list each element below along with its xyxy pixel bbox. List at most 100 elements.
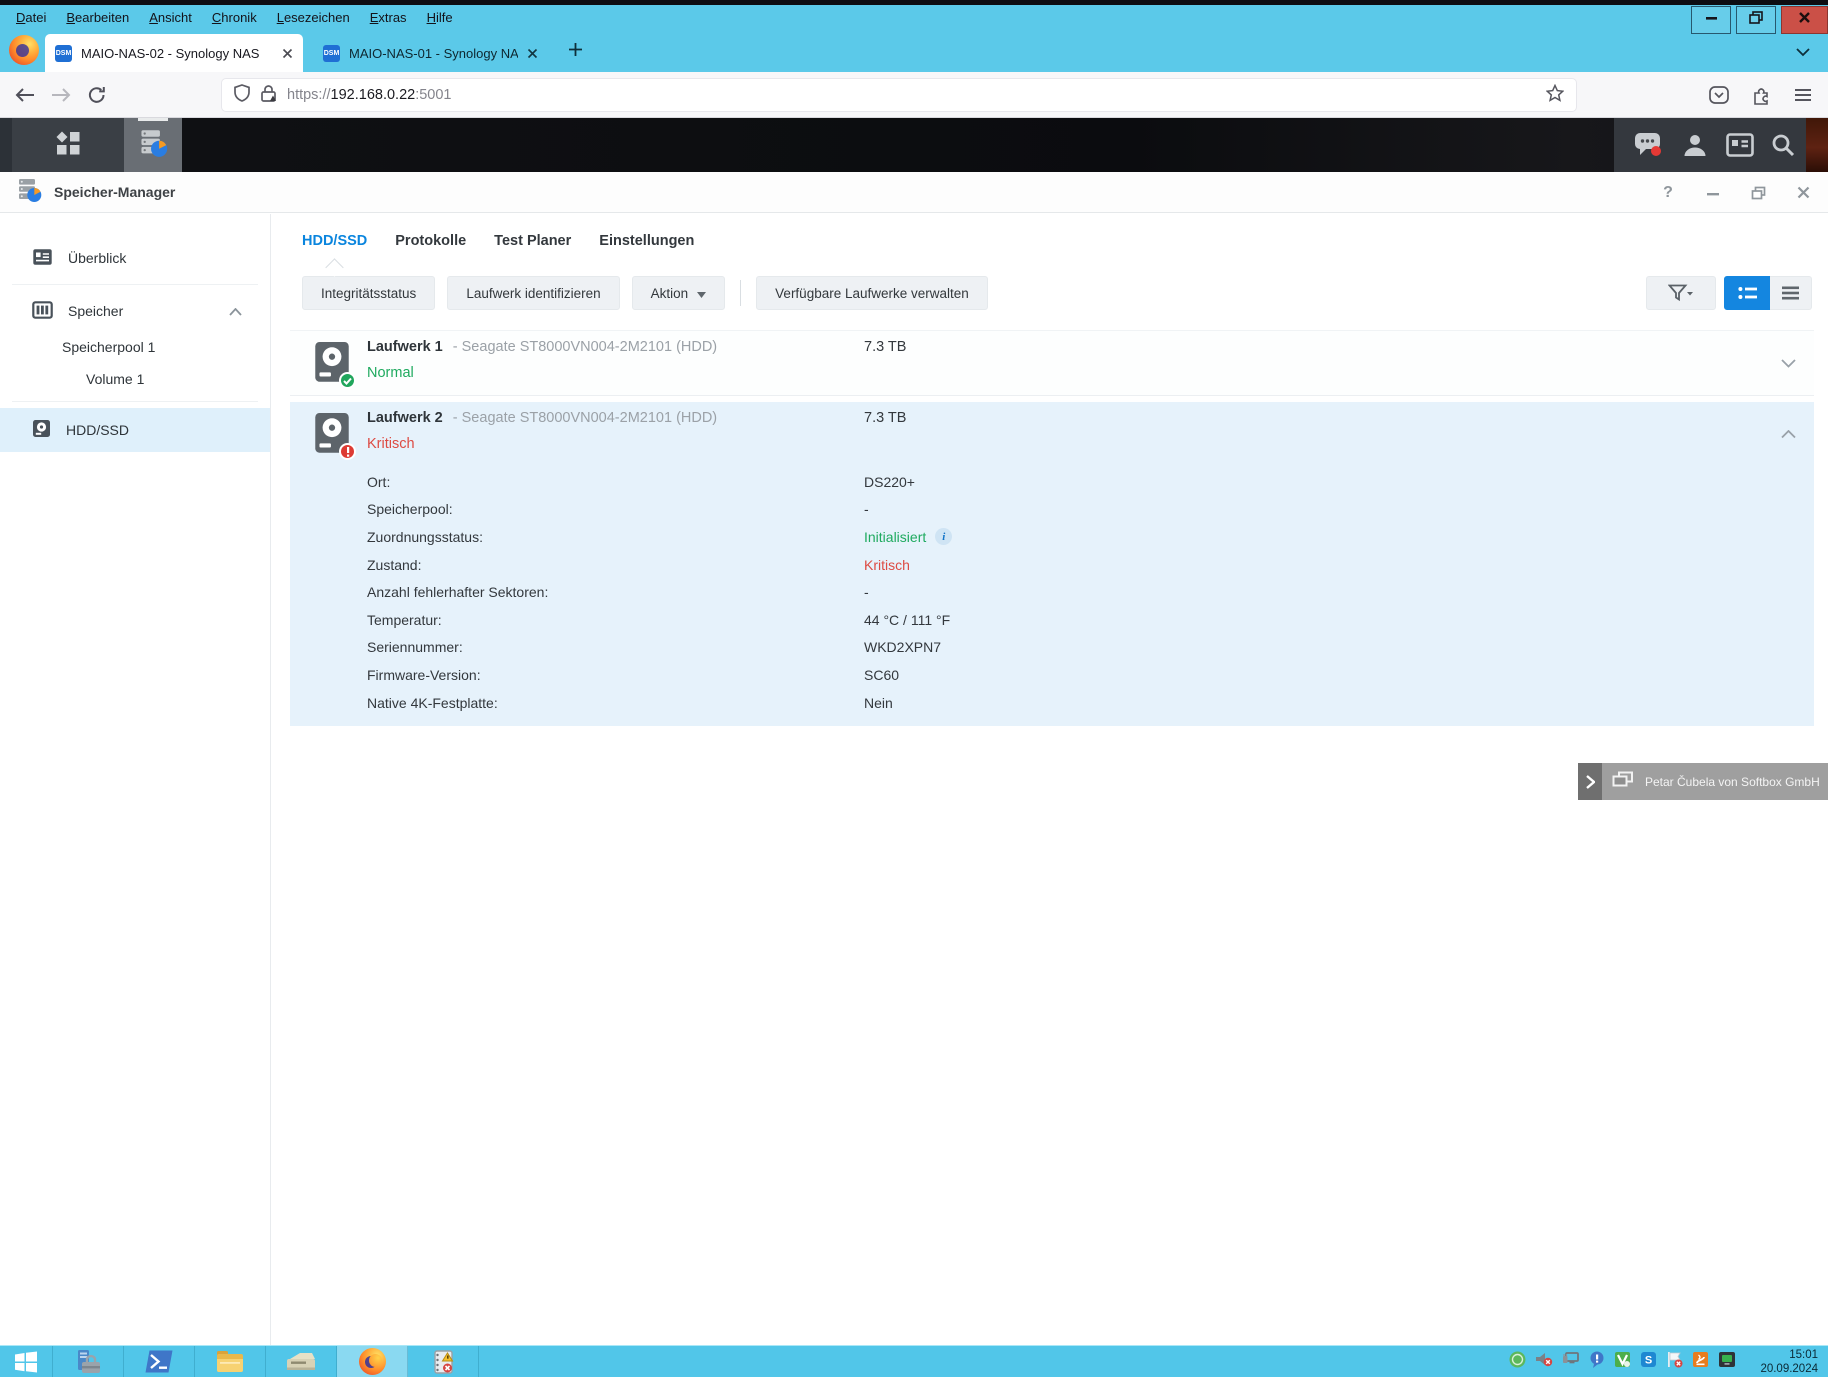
info-icon[interactable]: i: [935, 528, 952, 545]
start-button[interactable]: [0, 1346, 53, 1377]
new-tab-button[interactable]: [568, 42, 583, 62]
chevron-up-icon[interactable]: [1781, 426, 1796, 444]
drive-row-2-header[interactable]: Laufwerk 2 - Seagate ST8000VN004-2M2101 …: [290, 402, 1814, 464]
detail-view-button[interactable]: [1724, 276, 1770, 310]
menu-bookmarks[interactable]: Lesezeichen: [267, 8, 360, 27]
tray-icon-remote-control[interactable]: [1718, 1351, 1736, 1373]
taskbar-item-devices[interactable]: [53, 1346, 124, 1377]
compact-view-button[interactable]: [1770, 276, 1812, 310]
detail-label: Speicherpool:: [367, 501, 453, 517]
taskbar-item-firefox[interactable]: [337, 1346, 408, 1377]
tracking-shield-icon[interactable]: [234, 84, 250, 107]
detail-label: Native 4K-Festplatte:: [367, 695, 498, 711]
menu-view[interactable]: Ansicht: [139, 8, 202, 27]
detail-row-firmware: Firmware-Version: SC60: [367, 661, 1814, 689]
sidebar-item-storagepool1[interactable]: Speicherpool 1: [0, 331, 270, 363]
storage-manager-titlebar[interactable]: Speicher-Manager ?: [0, 172, 1828, 213]
back-icon[interactable]: [12, 82, 38, 108]
dsm-widgets-button[interactable]: [1722, 118, 1758, 172]
sidebar-item-label: Überblick: [68, 250, 126, 266]
action-dropdown-button[interactable]: Aktion: [632, 276, 726, 310]
filter-button[interactable]: [1646, 276, 1716, 310]
view-toggle-group: [1646, 276, 1812, 310]
taskbar-item-powershell[interactable]: [124, 1346, 195, 1377]
menu-file[interactable]: Datei: [6, 8, 56, 27]
tray-icon-help-balloon[interactable]: [1589, 1351, 1605, 1373]
tab-test-planer[interactable]: Test Planer: [494, 233, 571, 249]
funnel-icon: [1668, 284, 1694, 303]
url-bar[interactable]: https://192.168.0.22:5001: [222, 79, 1576, 111]
sidebar: Überblick Speicher Speicherpool 1 Volume…: [0, 214, 271, 1345]
taskbar-clock[interactable]: 15:01 20.09.2024: [1760, 1348, 1818, 1376]
caret-down-icon: [697, 286, 706, 301]
dsm-app-launcher-button[interactable]: [12, 118, 124, 172]
dsm-user-button[interactable]: [1677, 118, 1713, 172]
tab-einstellungen[interactable]: Einstellungen: [599, 233, 694, 249]
screens-icon: [1612, 771, 1634, 793]
drive-row-1[interactable]: Laufwerk 1 - Seagate ST8000VN004-2M2101 …: [290, 330, 1814, 396]
reload-icon[interactable]: [84, 82, 110, 108]
tray-icon-shield-v[interactable]: [1614, 1351, 1631, 1373]
tray-icon-java-update[interactable]: [1692, 1351, 1709, 1373]
help-button[interactable]: ?: [1659, 184, 1677, 202]
tray-icon-green-badge[interactable]: [1509, 1351, 1526, 1373]
taskbar-item-scanner[interactable]: [266, 1346, 337, 1377]
taskbar-item-file-explorer[interactable]: [195, 1346, 266, 1377]
app-restore-button[interactable]: [1749, 184, 1767, 202]
folder-icon: [216, 1350, 244, 1373]
identify-drive-button[interactable]: Laufwerk identifizieren: [447, 276, 619, 310]
chevron-down-icon[interactable]: [1781, 355, 1796, 373]
bookmark-star-icon[interactable]: [1546, 84, 1564, 107]
firefox-icon: [359, 1348, 386, 1375]
browser-tab-active[interactable]: DSM MAIO-NAS-02 - Synology NAS: [45, 34, 303, 72]
app-close-button[interactable]: [1794, 184, 1812, 202]
manage-available-drives-button[interactable]: Verfügbare Laufwerke verwalten: [756, 276, 988, 310]
pocket-icon[interactable]: [1706, 82, 1732, 108]
dsm-search-button[interactable]: [1765, 118, 1801, 172]
tray-icon-flag-error[interactable]: [1666, 1351, 1683, 1373]
storage-manager-window: Speicher-Manager ? Überblick: [0, 172, 1828, 1345]
overview-icon: [32, 248, 53, 269]
chevron-up-icon[interactable]: [229, 303, 242, 319]
tab-hdd-ssd[interactable]: HDD/SSD: [302, 233, 367, 249]
sidebar-item-hdd-ssd[interactable]: HDD/SSD: [0, 408, 270, 452]
menu-history[interactable]: Chronik: [202, 8, 267, 27]
overlay-expand-button[interactable]: [1578, 763, 1602, 800]
overlay-bar[interactable]: Petar Čubela von Softbox GmbH: [1602, 763, 1828, 800]
sidebar-item-overview[interactable]: Überblick: [0, 238, 270, 278]
taskbar-item-logbook[interactable]: [408, 1346, 479, 1377]
sidebar-separator: [12, 284, 258, 285]
tab-close-icon[interactable]: [282, 48, 293, 59]
toolbar-row: Integritätsstatus Laufwerk identifiziere…: [272, 268, 1828, 318]
hdd-icon: [32, 419, 51, 441]
menu-help[interactable]: Hilfe: [417, 8, 463, 27]
padlock-icon[interactable]: [260, 84, 277, 107]
health-status-button[interactable]: Integritätsstatus: [302, 276, 435, 310]
tray-icon-s-app[interactable]: S: [1640, 1351, 1657, 1373]
browser-tab-inactive[interactable]: DSM MAIO-NAS-01 - Synology NAS: [313, 34, 548, 72]
scanner-icon: [286, 1351, 316, 1373]
extensions-puzzle-icon[interactable]: [1748, 82, 1774, 108]
detail-row-speicherpool: Speicherpool: -: [367, 496, 1814, 524]
tab-title: MAIO-NAS-01 - Synology NAS: [349, 46, 518, 61]
tab-close-icon[interactable]: [527, 48, 538, 59]
widgets-icon: [1726, 133, 1754, 157]
detail-label: Zuordnungsstatus:: [367, 529, 483, 545]
hamburger-menu-icon[interactable]: [1790, 82, 1816, 108]
sidebar-item-storage[interactable]: Speicher: [0, 291, 270, 331]
drive-status: Kritisch: [367, 436, 415, 452]
sidebar-item-volume1[interactable]: Volume 1: [0, 363, 270, 395]
tab-protokolle[interactable]: Protokolle: [395, 233, 466, 249]
tray-icon-volume-muted[interactable]: [1535, 1351, 1553, 1372]
menu-tools[interactable]: Extras: [360, 8, 417, 27]
forward-icon[interactable]: [48, 82, 74, 108]
detail-value: -: [864, 584, 869, 600]
app-minimize-button[interactable]: [1704, 184, 1722, 202]
tray-icon-network[interactable]: [1562, 1351, 1580, 1372]
dsm-taskbar-storage-manager-button[interactable]: [124, 118, 182, 172]
list-all-tabs-icon[interactable]: [1796, 44, 1810, 62]
dsm-notifications-button[interactable]: [1630, 118, 1666, 172]
tab-title: MAIO-NAS-02 - Synology NAS: [81, 46, 273, 61]
menu-edit[interactable]: Bearbeiten: [56, 8, 139, 27]
detail-label: Seriennummer:: [367, 639, 463, 655]
